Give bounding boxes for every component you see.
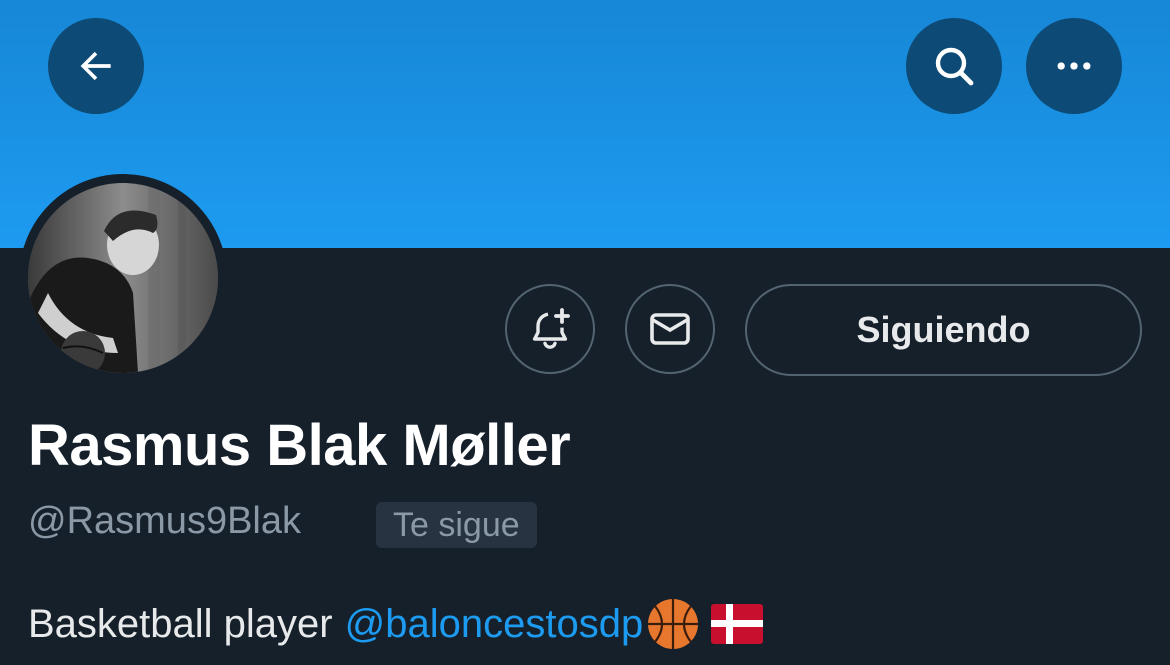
envelope-icon [650, 313, 690, 345]
search-icon [935, 47, 974, 86]
basketball-emoji [648, 599, 699, 649]
denmark-flag-emoji [711, 604, 764, 644]
bell-plus-icon [532, 308, 570, 349]
message-button[interactable] [625, 284, 715, 374]
bio-text: Basketball player [28, 601, 333, 646]
following-button[interactable]: Siguiendo [745, 284, 1142, 376]
more-dots-icon [1057, 62, 1091, 70]
avatar-ring [19, 174, 227, 382]
more-options-button[interactable] [1026, 18, 1122, 114]
avatar-photo [28, 183, 218, 373]
notifications-button[interactable] [505, 284, 595, 374]
back-arrow-icon [80, 51, 111, 81]
back-button[interactable] [48, 18, 144, 114]
bio-mention-link[interactable]: @baloncestosdp [345, 602, 644, 647]
search-button[interactable] [906, 18, 1002, 114]
display-name: Rasmus Blak Møller [28, 413, 571, 478]
bio: Basketball player @baloncestosdp [28, 596, 764, 652]
follows-you-badge: Te sigue [376, 502, 537, 548]
user-handle: @Rasmus9Blak [28, 500, 301, 542]
avatar[interactable] [28, 183, 218, 373]
